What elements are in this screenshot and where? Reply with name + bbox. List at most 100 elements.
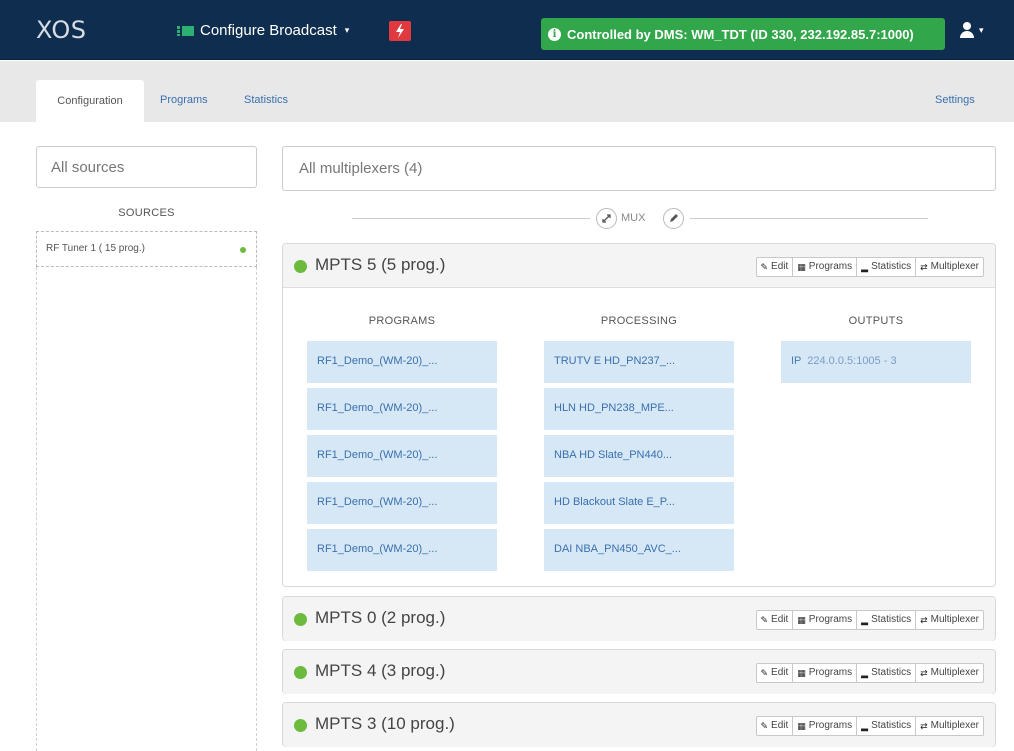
divider <box>690 218 928 219</box>
programs-button-label: Programs <box>808 720 853 731</box>
expand-all-button[interactable] <box>596 208 617 229</box>
flash-button[interactable] <box>389 21 411 41</box>
statistics-button[interactable]: ▂ Statistics <box>857 664 917 682</box>
program-item[interactable]: RF1_Demo_(WM-20)_... <box>307 341 497 383</box>
edit-button[interactable]: ✎ Edit <box>757 664 794 682</box>
multiplexer-button[interactable]: ⇄ Multiplexer <box>916 717 983 735</box>
edit-button-label: Edit <box>771 614 789 625</box>
sources-search-input[interactable] <box>36 146 257 188</box>
mux-panel-title: MPTS 0 (2 prog.) <box>315 608 446 627</box>
mux-panel-header[interactable]: MPTS 3 (10 prog.) ✎ Edit ▦ Programs ▂ Stati… <box>283 703 995 747</box>
top-navbar: XOS Configure Broadcast ▾ i Controlled b… <box>0 0 1014 60</box>
statistics-button[interactable]: ▂ Statistics <box>857 611 917 629</box>
processing-column-heading: PROCESSING <box>600 315 678 327</box>
user-menu[interactable]: ▾ <box>960 22 984 38</box>
user-icon <box>960 22 974 38</box>
pencil-icon: ✎ <box>760 262 769 272</box>
program-item[interactable]: RF1_Demo_(WM-20)_... <box>307 482 497 524</box>
processing-item[interactable]: DAI NBA_PN450_AVC_... <box>544 529 734 571</box>
configure-broadcast-label: Configure Broadcast <box>200 22 337 39</box>
multiplexer-button[interactable]: ⇄ Multiplexer <box>916 664 983 682</box>
app-logo[interactable]: XOS <box>36 16 87 44</box>
source-status-dot <box>240 247 246 253</box>
edit-mux-button[interactable] <box>663 208 684 229</box>
programs-column-heading: PROGRAMS <box>368 315 436 327</box>
shuffle-icon: ⇄ <box>920 615 928 625</box>
mux-panel: MPTS 3 (10 prog.) ✎ Edit ▦ Programs ▂ Stati… <box>282 702 996 747</box>
multiplexer-button[interactable]: ⇄ Multiplexer <box>916 611 983 629</box>
list-icon: ▦ <box>797 721 806 731</box>
edit-button[interactable]: ✎ Edit <box>757 611 794 629</box>
program-item[interactable]: RF1_Demo_(WM-20)_... <box>307 388 497 430</box>
sub-navigation <box>0 61 1014 122</box>
programs-button[interactable]: ▦ Programs <box>793 664 858 682</box>
mux-actions: ✎ Edit ▦ Programs ▂ Statistics ⇄ Multiplexer <box>755 663 984 683</box>
dms-control-badge[interactable]: i Controlled by DMS: WM_TDT (ID 330, 232… <box>541 18 945 50</box>
processing-item[interactable]: HLN HD_PN238_MPE... <box>544 388 734 430</box>
multiplexer-button-label: Multiplexer <box>930 614 979 625</box>
program-item[interactable]: RF1_Demo_(WM-20)_... <box>307 529 497 571</box>
statistics-button-label: Statistics <box>871 261 912 272</box>
edit-button-label: Edit <box>771 720 789 731</box>
program-item[interactable]: RF1_Demo_(WM-20)_... <box>307 435 497 477</box>
programs-button[interactable]: ▦ Programs <box>793 717 858 735</box>
statistics-button-label: Statistics <box>871 720 912 731</box>
processing-item[interactable]: HD Blackout Slate E_P... <box>544 482 734 524</box>
multiplexer-button[interactable]: ⇄ Multiplexer <box>916 258 983 276</box>
output-type: IP <box>791 355 802 367</box>
tab-programs[interactable]: Programs <box>160 94 208 106</box>
bar-chart-icon: ▂ <box>861 615 869 625</box>
multiplexer-button-label: Multiplexer <box>930 667 979 678</box>
edit-button-label: Edit <box>771 261 789 272</box>
shuffle-icon: ⇄ <box>920 721 928 731</box>
mux-panel: MPTS 0 (2 prog.) ✎ Edit ▦ Programs ▂ Statis… <box>282 596 996 641</box>
tab-configuration[interactable]: Configuration <box>36 80 144 122</box>
bar-chart-icon: ▂ <box>861 262 869 272</box>
pencil-icon: ✎ <box>760 615 769 625</box>
tab-statistics[interactable]: Statistics <box>244 94 288 106</box>
bar-chart-icon: ▂ <box>861 668 869 678</box>
multiplexers-search-input[interactable] <box>282 146 996 191</box>
chevron-down-icon: ▾ <box>979 24 984 35</box>
output-address: 224.0.0.5:1005 - 3 <box>807 355 897 367</box>
pencil-icon: ✎ <box>760 721 769 731</box>
mux-panel-header[interactable]: MPTS 4 (3 prog.) ✎ Edit ▦ Programs ▂ Statis… <box>283 650 995 694</box>
processing-item[interactable]: TRUTV E HD_PN237_... <box>544 341 734 383</box>
divider <box>352 218 590 219</box>
edit-button[interactable]: ✎ Edit <box>757 258 794 276</box>
edit-button[interactable]: ✎ Edit <box>757 717 794 735</box>
mux-panel-title: MPTS 4 (3 prog.) <box>315 661 446 680</box>
source-item[interactable]: RF Tuner 1 ( 15 prog.) <box>36 231 257 267</box>
processing-item[interactable]: NBA HD Slate_PN440... <box>544 435 734 477</box>
programs-button-label: Programs <box>808 614 853 625</box>
list-icon: ▦ <box>797 262 806 272</box>
statistics-button-label: Statistics <box>871 614 912 625</box>
mux-panel-title: MPTS 3 (10 prog.) <box>315 714 455 733</box>
mux-actions: ✎ Edit ▦ Programs ▂ Statistics ⇄ Multiplexer <box>755 610 984 630</box>
programs-button[interactable]: ▦ Programs <box>793 611 858 629</box>
programs-button[interactable]: ▦ Programs <box>793 258 858 276</box>
dms-badge-label: Controlled by DMS: WM_TDT (ID 330, 232.1… <box>567 26 914 42</box>
shuffle-icon: ⇄ <box>920 668 928 678</box>
configure-broadcast-menu[interactable]: Configure Broadcast ▾ <box>177 22 349 39</box>
shuffle-icon: ⇄ <box>920 262 928 272</box>
list-icon: ▦ <box>797 615 806 625</box>
chevron-down-icon: ▾ <box>344 25 350 35</box>
broadcast-config-icon <box>177 25 194 36</box>
statistics-button[interactable]: ▂ Statistics <box>857 258 917 276</box>
source-item-label: RF Tuner 1 ( 15 prog.) <box>46 243 145 254</box>
mux-panel-header[interactable]: MPTS 5 (5 prog.) ✎ Edit ▦ Programs ▂ Statis… <box>283 244 995 288</box>
status-dot <box>294 260 307 273</box>
sources-heading: SOURCES <box>118 207 175 219</box>
mux-panel-header[interactable]: MPTS 0 (2 prog.) ✎ Edit ▦ Programs ▂ Statis… <box>283 597 995 641</box>
mux-panel-title: MPTS 5 (5 prog.) <box>315 255 446 274</box>
pencil-icon <box>669 214 678 222</box>
settings-link[interactable]: Settings <box>935 94 975 106</box>
statistics-button-label: Statistics <box>871 667 912 678</box>
statistics-button[interactable]: ▂ Statistics <box>857 717 917 735</box>
info-icon: i <box>548 27 561 41</box>
status-dot <box>294 666 307 679</box>
bar-chart-icon: ▂ <box>861 721 869 731</box>
expand-icon <box>602 214 611 223</box>
output-item[interactable]: IP 224.0.0.5:1005 - 3 <box>781 341 971 383</box>
